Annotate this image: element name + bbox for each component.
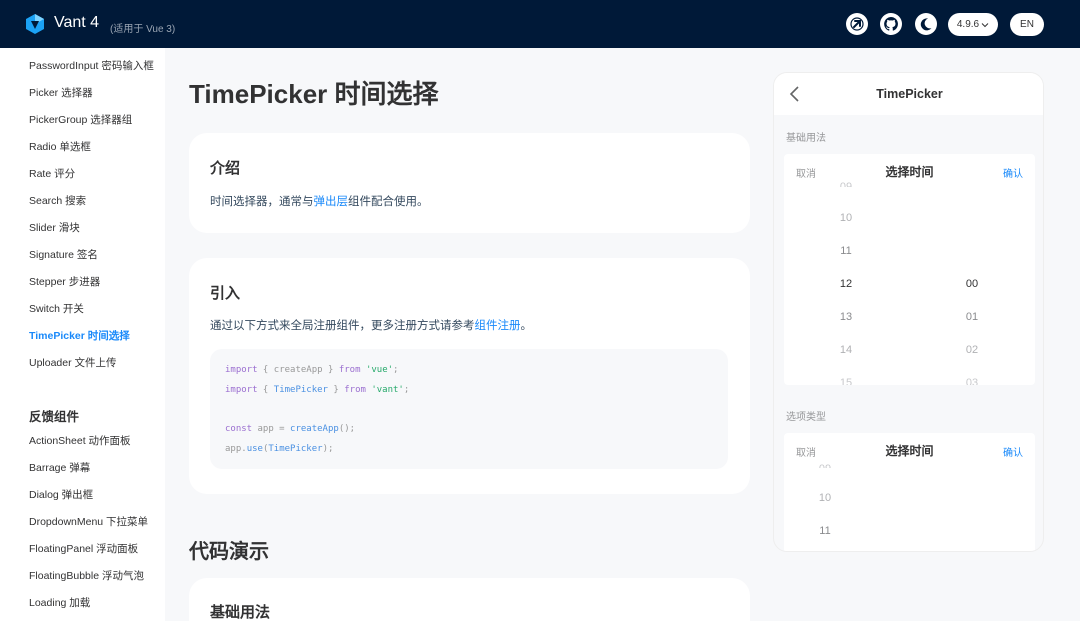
sidebar-item-actionsheet[interactable]: ActionSheet 动作面板 bbox=[29, 433, 131, 448]
sidebar-item-timepicker[interactable]: TimePicker 时间选择 bbox=[29, 328, 130, 343]
demo-label-basic: 基础用法 bbox=[786, 133, 826, 144]
version-select[interactable]: 4.9.6 bbox=[948, 13, 998, 36]
hour-option[interactable]: 09 bbox=[826, 181, 866, 187]
time-picker-option-type: 取消 选择时间 确认 09 10 11 bbox=[784, 433, 1035, 551]
sidebar-item-dropdownmenu[interactable]: DropdownMenu 下拉菜单 bbox=[29, 514, 148, 529]
import-title: 引入 bbox=[210, 285, 241, 302]
code-line-1: import { createApp } from 'vue'; bbox=[225, 365, 399, 375]
hour-option[interactable]: 15 bbox=[826, 377, 866, 385]
code-line-4: const app = createApp(); bbox=[225, 424, 356, 434]
basic-usage-title: 基础用法 bbox=[210, 604, 271, 621]
sidebar-item-floatingbubble[interactable]: FloatingBubble 浮动气泡 bbox=[29, 568, 144, 583]
version-label: 4.9.6 bbox=[956, 19, 980, 30]
hour-option[interactable]: 10 bbox=[826, 212, 866, 224]
intro-card: 介绍 时间选择器，通常与弹出层组件配合使用。 bbox=[189, 133, 750, 233]
intro-text-before: 时间选择器，通常与 bbox=[210, 196, 314, 208]
sidebar-item-signature[interactable]: Signature 签名 bbox=[29, 247, 98, 262]
import-text-after: 。 bbox=[520, 320, 533, 332]
hour-option[interactable]: 13 bbox=[826, 311, 866, 323]
sidebar-item-pickergroup[interactable]: PickerGroup 选择器组 bbox=[29, 112, 132, 127]
minute-option[interactable]: 03 bbox=[952, 377, 992, 385]
sidebar-item-picker[interactable]: Picker 选择器 bbox=[29, 85, 93, 100]
github-icon[interactable] bbox=[880, 13, 902, 35]
picker-title: 选择时间 bbox=[885, 165, 934, 179]
picker-confirm-button[interactable]: 确认 bbox=[1003, 444, 1023, 459]
hour-option-selected[interactable]: 12 bbox=[826, 278, 866, 290]
hour-option[interactable]: 14 bbox=[826, 344, 866, 356]
section-title-demo: 代码演示 bbox=[189, 541, 269, 563]
hour-option[interactable]: 09 bbox=[805, 463, 845, 468]
intro-text: 时间选择器，通常与弹出层组件配合使用。 bbox=[210, 193, 429, 209]
sidebar-group-feedback: 反馈组件 bbox=[29, 410, 80, 424]
sidebar-item-floatingpanel[interactable]: FloatingPanel 浮动面板 bbox=[29, 541, 138, 556]
top-header: Vant 4 (适用于 Vue 3) 4.9.6 EN bbox=[0, 0, 1080, 48]
component-register-link[interactable]: 组件注册 bbox=[475, 320, 521, 332]
sidebar-item-slider[interactable]: Slider 滑块 bbox=[29, 220, 80, 235]
intro-title: 介绍 bbox=[210, 160, 241, 177]
dark-mode-icon[interactable] bbox=[915, 13, 937, 35]
demo-label-option-type: 选项类型 bbox=[786, 412, 826, 423]
minute-option-selected[interactable]: 00 bbox=[952, 278, 992, 290]
sidebar-item-passwordinput[interactable]: PasswordInput 密码输入框 bbox=[29, 58, 154, 73]
hour-option[interactable]: 11 bbox=[826, 245, 866, 257]
minute-option[interactable]: 02 bbox=[952, 344, 992, 356]
import-text: 通过以下方式来全局注册组件，更多注册方式请参考组件注册。 bbox=[210, 317, 532, 333]
simulator-title: TimePicker bbox=[876, 87, 943, 101]
sidebar-item-rate[interactable]: Rate 评分 bbox=[29, 166, 75, 181]
sidebar-item-stepper[interactable]: Stepper 步进器 bbox=[29, 274, 100, 289]
import-text-before: 通过以下方式来全局注册组件，更多注册方式请参考 bbox=[210, 320, 475, 332]
code-line-2: import { TimePicker } from 'vant'; bbox=[225, 385, 410, 395]
code-block[interactable]: import { createApp } from 'vue'; import … bbox=[210, 349, 728, 469]
picker-confirm-button[interactable]: 确认 bbox=[1003, 165, 1023, 180]
brand-subtitle: (适用于 Vue 3) bbox=[110, 24, 176, 35]
import-card: 引入 通过以下方式来全局注册组件，更多注册方式请参考组件注册。 import {… bbox=[189, 258, 750, 494]
sidebar-item-radio[interactable]: Radio 单选框 bbox=[29, 139, 91, 154]
page-title: TimePicker 时间选择 bbox=[189, 79, 439, 109]
code-line-5: app.use(TimePicker); bbox=[225, 444, 334, 454]
sidebar-item-uploader[interactable]: Uploader 文件上传 bbox=[29, 355, 117, 370]
intro-text-after: 组件配合使用。 bbox=[348, 196, 429, 208]
picker-title: 选择时间 bbox=[885, 444, 934, 458]
time-picker-basic: 取消 选择时间 确认 09 10 11 12 13 14 15 00 01 02… bbox=[784, 154, 1035, 385]
sidebar-item-switch[interactable]: Switch 开关 bbox=[29, 301, 84, 316]
sidebar-nav: PasswordInput 密码输入框 Picker 选择器 PickerGro… bbox=[0, 48, 165, 621]
playground-icon[interactable] bbox=[846, 13, 868, 35]
language-toggle[interactable]: EN bbox=[1010, 13, 1044, 36]
mobile-simulator: TimePicker 基础用法 取消 选择时间 确认 09 10 11 12 1… bbox=[773, 72, 1044, 552]
sidebar-item-search[interactable]: Search 搜索 bbox=[29, 193, 86, 208]
vant-logo-icon[interactable] bbox=[24, 13, 46, 35]
hour-option[interactable]: 11 bbox=[805, 525, 845, 537]
popup-link[interactable]: 弹出层 bbox=[314, 196, 349, 208]
brand-name[interactable]: Vant 4 bbox=[54, 14, 99, 32]
sidebar-item-loading[interactable]: Loading 加载 bbox=[29, 595, 90, 610]
simulator-nav-bar: TimePicker bbox=[774, 73, 1043, 115]
hour-option[interactable]: 10 bbox=[805, 492, 845, 504]
sidebar-item-barrage[interactable]: Barrage 弹幕 bbox=[29, 460, 90, 475]
minute-option[interactable]: 01 bbox=[952, 311, 992, 323]
basic-usage-card: 基础用法 bbox=[189, 578, 750, 621]
sidebar-item-dialog[interactable]: Dialog 弹出框 bbox=[29, 487, 93, 502]
chevron-down-icon bbox=[981, 22, 989, 27]
